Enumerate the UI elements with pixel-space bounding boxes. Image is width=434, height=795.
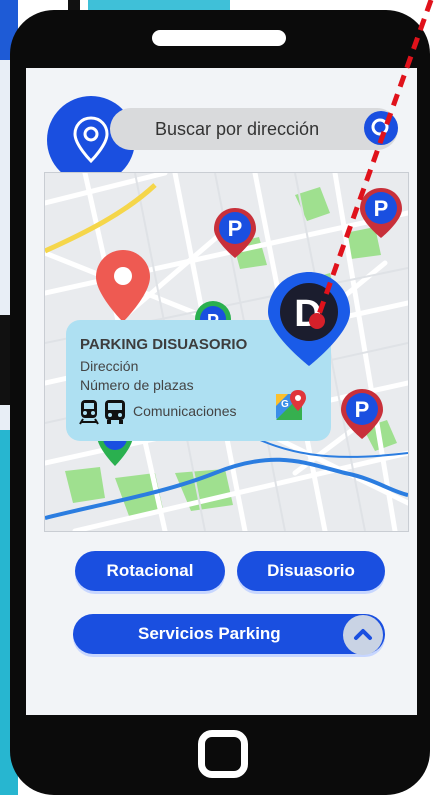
card-communications: Comunicaciones xyxy=(133,403,237,419)
parking-marker-icon[interactable]: P xyxy=(341,389,383,439)
svg-text:P: P xyxy=(228,216,243,241)
google-maps-icon[interactable]: G xyxy=(276,390,308,422)
card-address: Dirección xyxy=(80,358,139,374)
rotacional-button[interactable]: Rotacional xyxy=(75,551,225,591)
red-location-pin-icon[interactable] xyxy=(96,250,150,322)
card-capacity: Número de plazas xyxy=(80,377,194,393)
train-icon xyxy=(79,400,99,425)
parking-marker-icon[interactable]: P xyxy=(214,208,256,258)
annotation-pointer xyxy=(309,0,434,329)
svg-text:G: G xyxy=(281,399,289,410)
chevron-up-icon xyxy=(354,629,372,640)
search-placeholder: Buscar por dirección xyxy=(155,119,320,139)
card-title: PARKING DISUASORIO xyxy=(80,336,248,353)
bus-icon xyxy=(105,400,125,424)
servicios-parking-label: Servicios Parking xyxy=(138,624,281,643)
servicios-parking-button[interactable]: Servicios Parking xyxy=(73,614,385,654)
phone-speaker xyxy=(152,30,286,46)
svg-text:P: P xyxy=(355,397,370,422)
disuasorio-button[interactable]: Disuasorio xyxy=(237,551,385,591)
home-button[interactable] xyxy=(198,730,248,778)
expand-button[interactable] xyxy=(343,615,383,655)
